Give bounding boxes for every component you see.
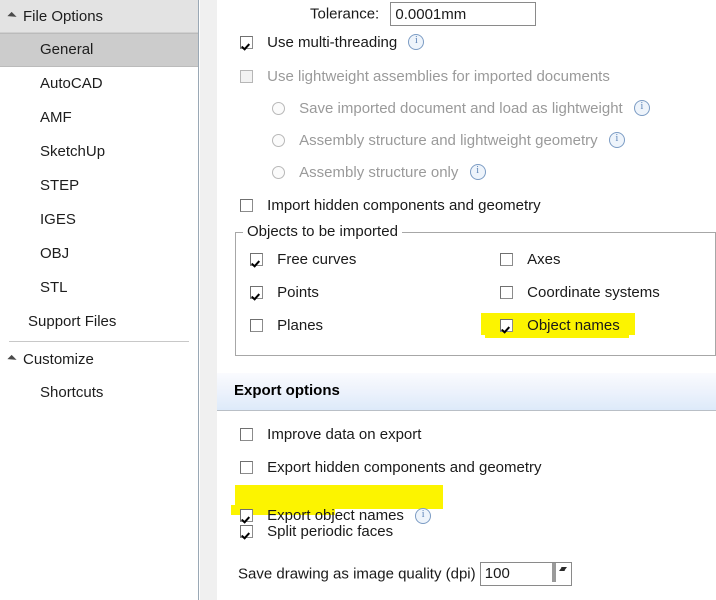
sidebar-item-amf[interactable]: AMF — [0, 101, 198, 135]
axes-row[interactable]: Axes — [500, 250, 561, 268]
sidebar-item-label: IGES — [40, 211, 76, 228]
radio-assembly-structure-only[interactable] — [272, 165, 285, 179]
stepper-buttons — [551, 563, 569, 584]
stepper-decrement-button[interactable] — [553, 563, 567, 582]
use-lightweight-assemblies-checkbox[interactable] — [240, 69, 253, 83]
options-dialog: File Options General AutoCAD AMF SketchU… — [0, 0, 716, 600]
info-icon[interactable] — [408, 34, 425, 51]
radio-assembly-structure-only-row[interactable]: Assembly structure only — [272, 163, 486, 181]
radio-save-imported-lightweight-row[interactable]: Save imported document and load as light… — [272, 99, 650, 117]
sidebar-item-stl[interactable]: STL — [0, 271, 198, 305]
use-multi-threading-label: Use multi-threading — [267, 33, 398, 51]
image-quality-dpi-value: 100 — [484, 565, 510, 582]
axes-label: Axes — [527, 250, 561, 268]
improve-data-on-export-label: Improve data on export — [267, 425, 422, 443]
sidebar-item-label: General — [40, 41, 94, 58]
improve-data-on-export-row[interactable]: Improve data on export — [240, 425, 421, 443]
radio-label: Save imported document and load as light… — [299, 99, 623, 117]
info-icon[interactable] — [608, 132, 625, 149]
tolerance-label: Tolerance: — [310, 5, 380, 23]
sidebar-group-label: Customize — [23, 351, 94, 368]
use-multi-threading-checkbox[interactable] — [240, 35, 253, 49]
radio-assembly-structure-and-lightweight-row[interactable]: Assembly structure and lightweight geome… — [272, 131, 625, 149]
planes-checkbox[interactable] — [250, 318, 263, 332]
sidebar-group-customize[interactable]: Customize — [0, 344, 198, 376]
export-hidden-components-checkbox[interactable] — [240, 460, 253, 474]
info-icon[interactable] — [469, 164, 486, 181]
panel-gutter — [200, 0, 217, 600]
improve-data-on-export-checkbox[interactable] — [240, 427, 253, 441]
sidebar-item-support-files[interactable]: Support Files — [0, 305, 198, 339]
object-names-label: Object names — [527, 316, 620, 334]
points-row[interactable]: Points — [250, 283, 319, 301]
radio-label: Assembly structure only — [299, 163, 459, 181]
radio-save-imported-lightweight[interactable] — [272, 101, 285, 115]
image-quality-dpi-stepper[interactable]: 100 — [479, 562, 572, 586]
sidebar-item-sketchup[interactable]: SketchUp — [0, 135, 198, 169]
sidebar-item-label: AutoCAD — [40, 75, 103, 92]
tolerance-field-row: Tolerance: 0.0001mm — [310, 2, 537, 26]
sidebar-item-label: Support Files — [28, 313, 117, 330]
use-multi-threading-row[interactable]: Use multi-threading — [240, 33, 425, 51]
export-hidden-components-row[interactable]: Export hidden components and geometry — [240, 458, 542, 476]
sidebar-group-file-options[interactable]: File Options — [0, 0, 198, 33]
free-curves-row[interactable]: Free curves — [250, 250, 356, 268]
axes-checkbox[interactable] — [500, 252, 513, 266]
sidebar-item-label: AMF — [40, 109, 72, 126]
import-hidden-components-label: Import hidden components and geometry — [267, 196, 541, 214]
points-checkbox[interactable] — [250, 285, 263, 299]
object-names-row[interactable]: Object names — [500, 316, 716, 334]
export-hidden-components-label: Export hidden components and geometry — [267, 458, 542, 476]
sidebar-item-obj[interactable]: OBJ — [0, 237, 198, 271]
split-periodic-faces-label: Split periodic faces — [267, 522, 394, 540]
chevron-down-icon — [560, 567, 567, 571]
object-names-checkbox[interactable] — [500, 318, 513, 332]
export-object-names-checkbox[interactable] — [240, 509, 253, 523]
sidebar-group-label: File Options — [23, 8, 104, 25]
sidebar-item-label: STL — [40, 279, 68, 296]
image-quality-dpi-label: Save drawing as image quality (dpi) — [238, 565, 476, 583]
sidebar-navigation: File Options General AutoCAD AMF SketchU… — [0, 0, 199, 600]
sidebar-item-label: STEP — [40, 177, 80, 194]
export-options-banner: Export options — [217, 373, 716, 411]
split-periodic-faces-checkbox[interactable] — [240, 524, 253, 538]
sidebar-item-autocad[interactable]: AutoCAD — [0, 67, 198, 101]
sidebar-item-label: Shortcuts — [40, 384, 104, 401]
radio-assembly-structure-and-lightweight[interactable] — [272, 133, 285, 147]
split-periodic-faces-row[interactable]: Split periodic faces — [240, 522, 393, 540]
use-lightweight-assemblies-row[interactable]: Use lightweight assemblies for imported … — [240, 67, 610, 85]
export-object-names-row[interactable]: Export object names — [240, 507, 716, 525]
sidebar-item-iges[interactable]: IGES — [0, 203, 198, 237]
sidebar-item-shortcuts[interactable]: Shortcuts — [0, 376, 198, 410]
sidebar-item-label: SketchUp — [40, 143, 106, 160]
info-icon[interactable] — [633, 100, 650, 117]
options-content-panel: Tolerance: 0.0001mm Use multi-threading … — [217, 0, 716, 600]
free-curves-checkbox[interactable] — [250, 252, 263, 266]
image-quality-dpi-row: Save drawing as image quality (dpi) 100 — [238, 562, 572, 586]
info-icon[interactable] — [415, 507, 432, 524]
tolerance-input[interactable]: 0.0001mm — [390, 2, 537, 26]
sidebar-divider — [9, 341, 189, 342]
sidebar-item-general[interactable]: General — [0, 33, 198, 67]
sidebar-item-label: OBJ — [40, 245, 70, 262]
export-object-names-label: Export object names — [267, 507, 404, 525]
radio-label: Assembly structure and lightweight geome… — [299, 131, 598, 149]
free-curves-label: Free curves — [277, 250, 357, 268]
import-hidden-components-checkbox[interactable] — [240, 198, 253, 212]
coordinate-systems-checkbox[interactable] — [500, 285, 513, 299]
planes-label: Planes — [277, 316, 324, 334]
use-lightweight-assemblies-label: Use lightweight assemblies for imported … — [267, 67, 610, 85]
objects-group-title: Objects to be imported — [243, 223, 402, 240]
import-hidden-components-row[interactable]: Import hidden components and geometry — [240, 196, 541, 214]
points-label: Points — [277, 283, 319, 301]
sidebar-item-step[interactable]: STEP — [0, 169, 198, 203]
coordinate-systems-row[interactable]: Coordinate systems — [500, 283, 660, 301]
expand-collapse-triangle-icon[interactable] — [7, 354, 17, 365]
planes-row[interactable]: Planes — [250, 316, 323, 334]
coordinate-systems-label: Coordinate systems — [527, 283, 660, 301]
export-options-title: Export options — [234, 382, 340, 399]
expand-collapse-triangle-icon[interactable] — [7, 11, 17, 22]
